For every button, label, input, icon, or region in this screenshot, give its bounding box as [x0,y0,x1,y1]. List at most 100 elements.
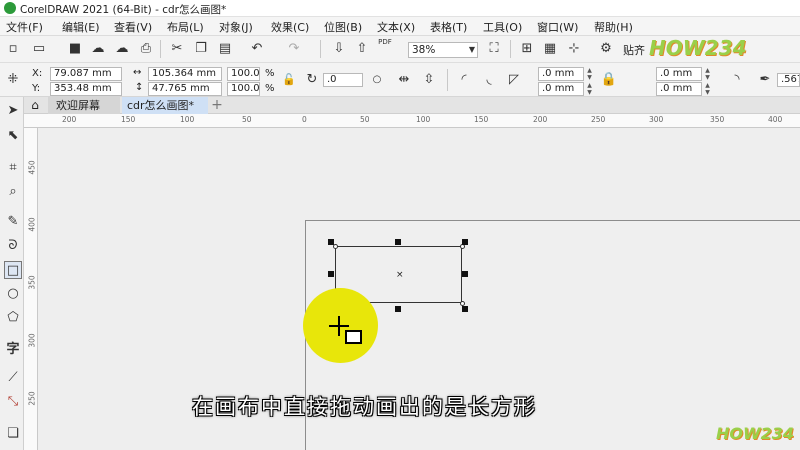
new-document-icon[interactable]: ▫ [4,40,22,58]
scale-y-field[interactable]: 100.0 [227,82,260,96]
undo-icon[interactable]: ↶ [248,40,266,58]
cloud-download-icon[interactable]: ☁ [113,40,131,58]
redo-icon[interactable]: ↷ [285,40,303,58]
y-position-field[interactable]: 353.48 mm [50,82,122,96]
menu-view[interactable]: 查看(V) [114,19,152,35]
zoom-tool-icon[interactable]: ⌕ [4,183,22,201]
mirror-vertical-icon[interactable]: ⇳ [420,71,438,89]
toolbar-separator [447,69,448,91]
open-folder-icon[interactable]: ▭ [30,40,48,58]
relative-corner-icon[interactable]: ◝ [728,71,746,89]
ellipse-tool-icon[interactable]: ○ [4,285,22,303]
selection-handle[interactable] [328,271,334,277]
paste-icon[interactable]: ▤ [216,40,234,58]
corner-radius-bottom-right[interactable]: .0 mm [656,82,702,96]
vertical-ruler[interactable]: 450 400 350 300 250 [24,128,38,450]
scalloped-corner-icon[interactable]: ◟ [480,71,498,89]
menu-table[interactable]: 表格(T) [430,19,467,35]
ruler-label: 50 [242,115,252,124]
lock-corners-icon[interactable]: 🔒 [600,71,618,89]
menu-bitmaps[interactable]: 位图(B) [324,19,362,35]
watermark-logo: HOW234 [649,36,747,60]
menu-bar: 文件(F) 编辑(E) 查看(V) 布局(L) 对象(J) 效果(C) 位图(B… [0,17,800,36]
lock-ratio-icon[interactable]: 🔓 [280,71,298,89]
toolbar-separator [320,40,321,58]
selection-handle[interactable] [395,239,401,245]
export-pdf-icon[interactable]: PDF [376,38,394,56]
menu-text[interactable]: 文本(X) [377,19,415,35]
reference-point-icon[interactable]: ⁜ [4,71,22,89]
polygon-tool-icon[interactable]: ⬠ [4,309,22,327]
selection-handle[interactable] [395,306,401,312]
drop-shadow-tool-icon[interactable]: ❏ [4,425,22,443]
menu-object[interactable]: 对象(J) [219,19,253,35]
tab-document[interactable]: cdr怎么画图* [122,97,208,114]
outline-pen-icon[interactable]: ✒ [756,71,774,89]
menu-layout[interactable]: 布局(L) [167,19,204,35]
add-tab-button[interactable]: + [210,97,224,114]
freehand-tool-icon[interactable]: ✎ [4,213,22,231]
spinner-arrows-icon[interactable]: ▲ ▼ [585,82,594,96]
shape-tool-icon[interactable]: ⬉ [4,127,22,145]
menu-file[interactable]: 文件(F) [6,19,43,35]
selection-handle[interactable] [462,306,468,312]
ruler-label: 350 [710,115,725,124]
parallel-dimension-icon[interactable]: ⟋ [4,369,22,387]
width-field[interactable]: 105.364 mm [148,67,222,81]
toolbox: ➤ ⬉ ⌗ ⌕ ✎ ᘐ □ ○ ⬠ 字 ⟋ ⤡ ❏ [0,97,24,450]
cloud-upload-icon[interactable]: ☁ [89,40,107,58]
width-icon: ↔ [133,67,142,78]
percent-label: % [265,83,275,94]
spinner-arrows-icon[interactable]: ▲ ▼ [585,67,594,81]
mirror-horizontal-icon[interactable]: ⇹ [395,71,413,89]
show-grid-icon[interactable]: ▦ [541,40,559,58]
pick-tool-icon[interactable]: ➤ [4,102,22,120]
options-icon[interactable]: ⚙ [597,40,615,58]
chamfered-corner-icon[interactable]: ◸ [505,71,523,89]
menu-tools[interactable]: 工具(O) [483,19,522,35]
home-icon[interactable]: ⌂ [28,98,42,112]
rotation-angle-field[interactable]: .0 [323,73,363,87]
horizontal-ruler[interactable]: 200 150 100 50 0 50 100 150 200 250 300 … [24,114,800,128]
selection-handle[interactable] [462,271,468,277]
round-corner-icon[interactable]: ◜ [455,71,473,89]
outline-width-field[interactable]: .567 [777,73,800,87]
cut-icon[interactable]: ✂ [168,40,186,58]
spinner-arrows-icon[interactable]: ▲ ▼ [703,82,712,96]
full-screen-icon[interactable]: ⛶ [485,40,503,58]
selection-handle[interactable] [328,239,334,245]
text-tool-icon[interactable]: 字 [4,341,22,359]
corner-radius-bottom-left[interactable]: .0 mm [538,82,584,96]
export-icon[interactable]: ⇧ [353,40,371,58]
corner-radius-top-right[interactable]: .0 mm [656,67,702,81]
show-guidelines-icon[interactable]: ⊹ [565,40,583,58]
x-label: X: [32,68,43,79]
menu-window[interactable]: 窗口(W) [537,19,578,35]
x-position-field[interactable]: 79.087 mm [50,67,122,81]
rectangle-tool-icon[interactable]: □ [4,261,22,279]
tab-welcome-screen[interactable]: 欢迎屏幕 [48,97,120,114]
artistic-media-icon[interactable]: ᘐ [4,237,22,255]
spinner-arrows-icon[interactable]: ▲ ▼ [703,67,712,81]
height-icon: ↕ [135,82,144,93]
corner-radius-top-left[interactable]: .0 mm [538,67,584,81]
ruler-label: 0 [302,115,307,124]
save-icon[interactable]: ■ [66,40,84,58]
connector-tool-icon[interactable]: ⤡ [4,393,22,411]
menu-help[interactable]: 帮助(H) [594,19,633,35]
import-icon[interactable]: ⇩ [330,40,348,58]
selection-handle[interactable] [462,239,468,245]
snap-to-label[interactable]: 贴齐 [623,42,645,58]
menu-edit[interactable]: 编辑(E) [62,19,100,35]
show-rulers-icon[interactable]: ⊞ [518,40,536,58]
copy-icon[interactable]: ❐ [192,40,210,58]
toolbar-separator [510,40,511,58]
scale-x-field[interactable]: 100.0 [227,67,260,81]
height-field[interactable]: 47.765 mm [148,82,222,96]
print-icon[interactable]: ⎙ [137,40,155,58]
chevron-down-icon[interactable]: ▼ [466,41,478,59]
rotation-icon[interactable]: ↻ [303,71,321,89]
crop-tool-icon[interactable]: ⌗ [4,159,22,177]
menu-effects[interactable]: 效果(C) [271,19,309,35]
ruler-label: 200 [533,115,548,124]
